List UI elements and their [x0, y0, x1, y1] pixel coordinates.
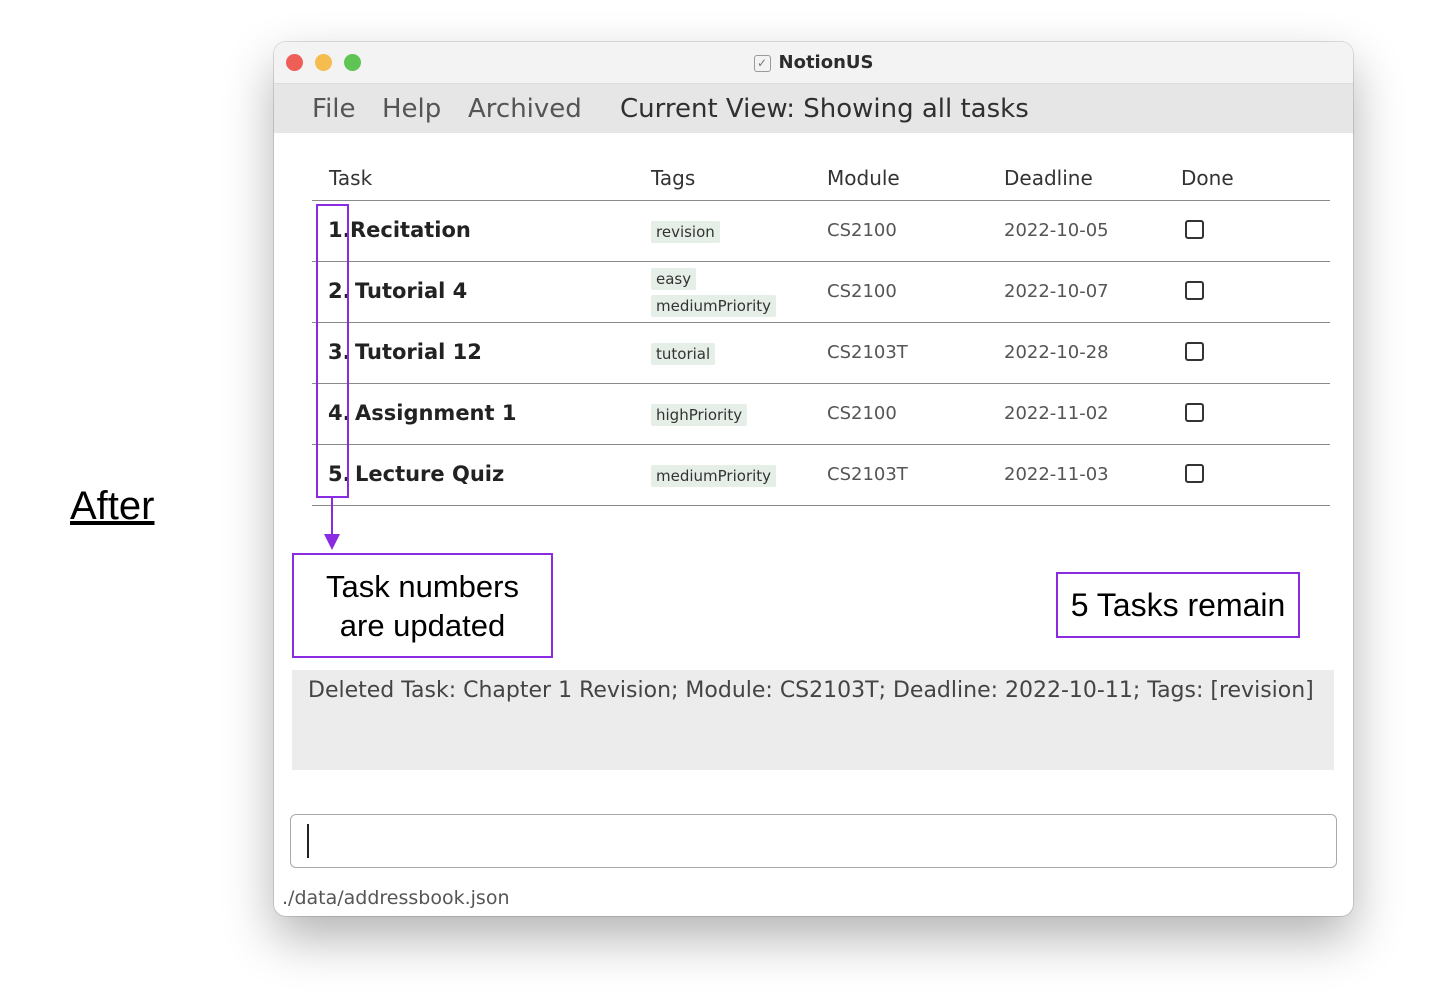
task-tags: highPriority [651, 384, 801, 444]
result-message: Deleted Task: Chapter 1 Revision; Module… [308, 678, 1314, 703]
task-deadline: 2022-10-28 [1004, 342, 1109, 363]
task-deadline: 2022-10-05 [1004, 220, 1109, 241]
tag: highPriority [651, 404, 748, 426]
task-table: Task Tags Module Deadline Done 1. Recita… [312, 160, 1330, 506]
task-tags: revision [651, 201, 801, 261]
header-done[interactable]: Done [1181, 166, 1234, 190]
tag: revision [651, 221, 720, 243]
task-module: CS2100 [827, 403, 897, 424]
done-checkbox[interactable] [1185, 464, 1204, 483]
callout-line: Task numbers [326, 569, 519, 604]
task-number-highlight [316, 204, 349, 498]
tag: mediumPriority [651, 295, 777, 317]
tasks-remain-callout: 5 Tasks remain [1056, 572, 1300, 638]
done-checkbox[interactable] [1185, 220, 1204, 239]
task-name: Lecture Quiz [355, 462, 505, 486]
header-tags[interactable]: Tags [651, 166, 695, 190]
header-deadline[interactable]: Deadline [1004, 166, 1093, 190]
window-title: ✓ NotionUS [274, 52, 1353, 73]
task-tags: mediumPriority [651, 445, 801, 505]
table-header: Task Tags Module Deadline Done [312, 160, 1330, 201]
table-row[interactable]: 2. Tutorial 4 easy mediumPriority CS2100… [312, 262, 1330, 323]
done-checkbox[interactable] [1185, 403, 1204, 422]
task-deadline: 2022-10-07 [1004, 281, 1109, 302]
done-checkbox[interactable] [1185, 281, 1204, 300]
title-bar: ✓ NotionUS [274, 42, 1353, 84]
menu-file[interactable]: File [312, 94, 356, 124]
task-numbers-callout: Task numbers are updated [292, 553, 553, 658]
header-task[interactable]: Task [329, 166, 372, 190]
annotation-arrow [331, 498, 333, 538]
task-module: CS2103T [827, 342, 908, 363]
app-window: ✓ NotionUS File Help Archived Current Vie… [274, 42, 1353, 916]
task-tags: easy mediumPriority [651, 262, 801, 322]
callout-line: are updated [339, 608, 506, 643]
current-view-label: Current View: Showing all tasks [620, 94, 1029, 124]
task-module: CS2100 [827, 220, 897, 241]
arrow-head-icon [324, 534, 340, 550]
menu-help[interactable]: Help [382, 94, 441, 124]
done-checkbox[interactable] [1185, 342, 1204, 361]
window-title-text: NotionUS [778, 52, 874, 73]
table-row[interactable]: 4. Assignment 1 highPriority CS2100 2022… [312, 384, 1330, 445]
task-deadline: 2022-11-02 [1004, 403, 1109, 424]
task-name: Tutorial 12 [355, 340, 482, 364]
result-display: Deleted Task: Chapter 1 Revision; Module… [292, 670, 1334, 770]
tag: tutorial [651, 343, 716, 365]
task-module: CS2103T [827, 464, 908, 485]
tag: easy [651, 268, 697, 290]
command-box[interactable] [290, 814, 1337, 868]
status-bar-path: ./data/addressbook.json [282, 887, 510, 909]
task-deadline: 2022-11-03 [1004, 464, 1109, 485]
table-row[interactable]: 1. Recitation revision CS2100 2022-10-05 [312, 201, 1330, 262]
checkbox-icon: ✓ [753, 55, 771, 72]
text-caret [307, 824, 309, 858]
task-name: Tutorial 4 [355, 279, 468, 303]
tag: mediumPriority [651, 465, 777, 487]
task-module: CS2100 [827, 281, 897, 302]
after-label: After [70, 484, 155, 528]
task-name: Assignment 1 [355, 401, 517, 425]
menu-bar: File Help Archived Current View: Showing… [274, 84, 1353, 133]
table-row[interactable]: 5. Lecture Quiz mediumPriority CS2103T 2… [312, 445, 1330, 506]
menu-archived[interactable]: Archived [468, 94, 582, 124]
task-name: Recitation [350, 218, 471, 242]
header-module[interactable]: Module [827, 166, 900, 190]
task-tags: tutorial [651, 323, 801, 383]
table-row[interactable]: 3. Tutorial 12 tutorial CS2103T 2022-10-… [312, 323, 1330, 384]
